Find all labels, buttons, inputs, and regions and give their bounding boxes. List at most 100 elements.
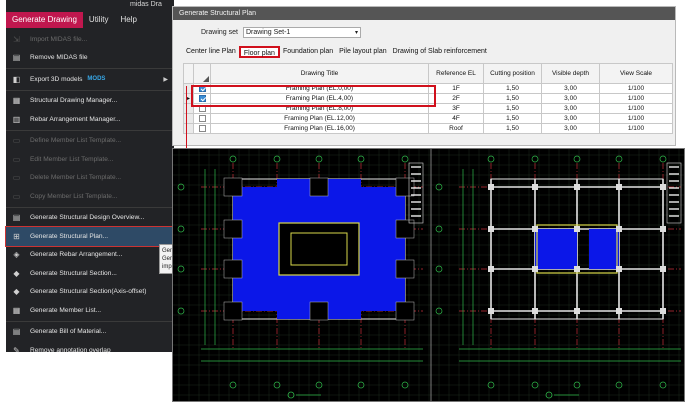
remove-file-icon: ▤ (12, 53, 21, 63)
row-selector[interactable] (183, 103, 194, 114)
table-body: Framing Plan (EL.0,00) 1F 1,50 3,00 1/100 ▸ Fr… (183, 83, 673, 134)
menu-separator (6, 89, 174, 91)
cell-reference-el[interactable]: Roof (428, 123, 484, 134)
grid-bubble (401, 155, 409, 163)
cell-reference-el[interactable]: 1F (428, 83, 484, 94)
cad-drawing-preview (172, 148, 685, 402)
row-selector[interactable]: ▸ (183, 93, 194, 104)
menu-item-drawing-manager[interactable]: ▦ Structural Drawing Manager... (6, 92, 174, 111)
menu-tab-help[interactable]: Help (114, 12, 142, 28)
menu-item-copy-template: ▭ Copy Member List Template... (6, 187, 174, 206)
row-checkbox[interactable] (198, 114, 206, 122)
column (660, 184, 666, 190)
cell-view-scale[interactable]: 1/100 (599, 123, 673, 134)
cell-view-scale[interactable]: 1/100 (599, 113, 673, 124)
cell-drawing-title[interactable]: Framing Plan (EL.4,00) (210, 93, 429, 104)
menu-item-structural-plan[interactable]: ⊞ Generate Structural Plan... (5, 226, 175, 247)
column-opening (395, 219, 415, 239)
cell-visible-depth[interactable]: 3,00 (541, 83, 600, 94)
row-checkbox[interactable] (198, 124, 206, 132)
column (488, 308, 494, 314)
cell-reference-el[interactable]: 2F (428, 93, 484, 104)
tab-foundation-plan[interactable]: Foundation plan (280, 46, 336, 58)
table-row[interactable]: Framing Plan (EL.8,00) 3F 1,50 3,00 1/100 (183, 103, 673, 114)
row-checkbox-cell (193, 103, 211, 114)
menu-item-bill[interactable]: ▤ Generate Bill of Material... (6, 323, 174, 342)
select-all-header[interactable] (193, 63, 211, 84)
menu-item-rebar-arrangement[interactable]: ◈ Generate Rebar Arrangement... (6, 246, 174, 265)
cell-visible-depth[interactable]: 3,00 (541, 113, 600, 124)
menu-item-label: Edit Member List Template... (30, 155, 114, 163)
tab-center-line-plan[interactable]: Center line Plan (183, 46, 239, 58)
cell-drawing-title[interactable]: Framing Plan (EL.0,00) (210, 83, 429, 94)
member-list-icon: ▦ (12, 305, 21, 315)
menu-item-section[interactable]: ◆ Generate Structural Section... (6, 264, 174, 283)
col-visible-depth[interactable]: Visible depth (541, 63, 600, 84)
cell-drawing-title[interactable]: Framing Plan (EL.12,00) (210, 113, 429, 124)
menu-item-delete-template: ▭ Delete Member List Template... (6, 169, 174, 188)
menu-separator (6, 68, 174, 69)
cell-reference-el[interactable]: 4F (428, 113, 484, 124)
menu-item-design-overview[interactable]: ▤ Generate Structural Design Overview... (6, 209, 174, 228)
col-cutting-position[interactable]: Cutting position (483, 63, 542, 84)
menu-item-export-3d[interactable]: ◧ Export 3D models MODS ▶ (6, 70, 174, 89)
row-selector[interactable] (183, 123, 194, 134)
cell-view-scale[interactable]: 1/100 (599, 103, 673, 114)
cell-cutting-position[interactable]: 1,50 (483, 123, 542, 134)
column (574, 266, 580, 272)
cell-view-scale[interactable]: 1/100 (599, 83, 673, 94)
menu-item-remove-file[interactable]: ▤ Remove MIDAS file (6, 49, 174, 68)
column (616, 308, 622, 314)
menu-item-member-list[interactable]: ▦ Generate Member List... (6, 301, 174, 320)
cell-cutting-position[interactable]: 1,50 (483, 113, 542, 124)
row-selector[interactable] (183, 113, 194, 124)
column (532, 184, 538, 190)
menu-item-annotation[interactable]: ✎ Remove annotation overlap (6, 341, 174, 360)
col-drawing-title[interactable]: Drawing Title (210, 63, 429, 84)
cell-reference-el[interactable]: 3F (428, 103, 484, 114)
cell-cutting-position[interactable]: 1,50 (483, 83, 542, 94)
drawing-set-select[interactable]: Drawing Set-1 ▾ (242, 27, 361, 38)
cell-visible-depth[interactable]: 3,00 (541, 103, 600, 114)
cell-cutting-position[interactable]: 1,50 (483, 103, 542, 114)
menu-item-rebar-manager[interactable]: ▥ Rebar Arrangement Manager... (6, 110, 174, 129)
corner-triangle-icon (203, 76, 209, 82)
drawing-table: Drawing Title Reference EL Cutting posit… (183, 63, 673, 134)
row-checkbox[interactable] (198, 84, 206, 92)
cell-view-scale[interactable]: 1/100 (599, 93, 673, 104)
bill-icon: ▤ (12, 327, 21, 337)
table-row[interactable]: Framing Plan (EL.12,00) 4F 1,50 3,00 1/100 (183, 113, 673, 124)
cell-visible-depth[interactable]: 3,00 (541, 93, 600, 104)
col-view-scale[interactable]: View Scale (599, 63, 673, 84)
menu-tab-generate-drawing[interactable]: Generate Drawing (6, 12, 83, 28)
column (488, 266, 494, 272)
row-selector[interactable] (183, 83, 194, 94)
row-checkbox[interactable] (198, 94, 206, 102)
menu-tab-utility[interactable]: Utility (83, 12, 115, 28)
generate-drawing-menu: midas Dra Generate Drawing Utility Help ⇲ I… (5, 0, 183, 355)
col-reference-el[interactable]: Reference EL (428, 63, 484, 84)
tab-pile-layout-plan[interactable]: Pile layout plan (336, 46, 389, 58)
slab-area (589, 229, 619, 269)
menu-item-label: Generate Structural Section(Axis-offset) (30, 288, 147, 296)
design-overview-icon: ▤ (12, 213, 21, 223)
table-row[interactable]: ▸ Framing Plan (EL.4,00) 2F 1,50 3,00 1/100 (183, 93, 673, 104)
menu-item-label: Generate Member List... (30, 306, 102, 314)
cell-cutting-position[interactable]: 1,50 (483, 93, 542, 104)
app-title: midas Dra (6, 0, 174, 10)
row-checkbox[interactable] (198, 104, 206, 112)
copy-template-icon: ▭ (12, 191, 21, 201)
cad-canvas (173, 149, 684, 401)
menu-items: ⇲ Import MIDAS file... ▤ Remove MIDAS file ◧… (5, 30, 175, 360)
cell-drawing-title[interactable]: Framing Plan (EL.8,00) (210, 103, 429, 114)
column (488, 184, 494, 190)
structural-plan-icon: ⊞ (13, 231, 20, 241)
table-row[interactable]: Framing Plan (EL.0,00) 1F 1,50 3,00 1/100 (183, 83, 673, 94)
cell-visible-depth[interactable]: 3,00 (541, 123, 600, 134)
menu-item-section-offset[interactable]: ◆ Generate Structural Section(Axis-offset… (6, 283, 174, 302)
tab-drawing-of-slab-reinforcement[interactable]: Drawing of Slab reinforcement (390, 46, 490, 58)
tab-floor-plan[interactable]: Floor plan (238, 46, 280, 58)
export-3d-icon: ◧ (12, 74, 21, 84)
table-row[interactable]: Framing Plan (EL.16,00) Roof 1,50 3,00 1/100 (183, 123, 673, 134)
cell-drawing-title[interactable]: Framing Plan (EL.16,00) (210, 123, 429, 134)
